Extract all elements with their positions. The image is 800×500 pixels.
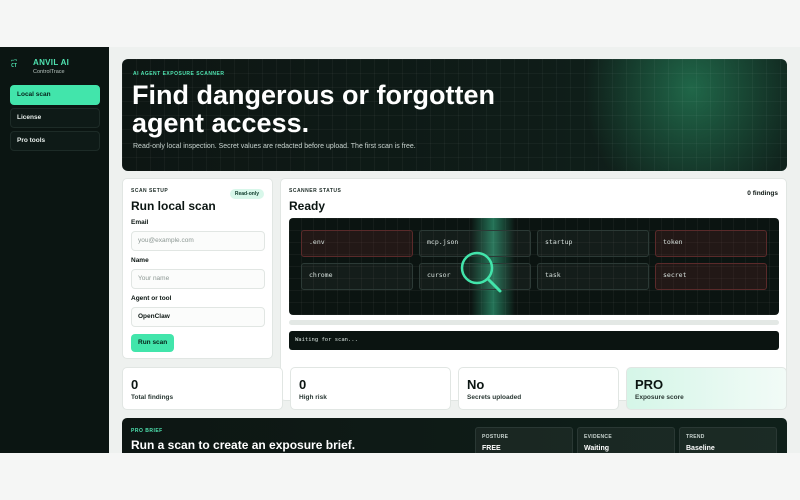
- brief-title: Run a scan to create an exposure brief.: [131, 438, 356, 452]
- hero-subtitle: Read-only local inspection. Secret value…: [133, 143, 416, 150]
- agent-label: Agent or tool: [131, 295, 172, 302]
- scan-progress-bar: [289, 320, 779, 325]
- stat-label: Secrets uploaded: [467, 394, 522, 401]
- agent-field[interactable]: OpenClaw: [131, 307, 265, 327]
- email-field[interactable]: you@example.com: [131, 231, 265, 251]
- stat-value: PRO: [635, 377, 664, 392]
- chip-token: token: [655, 230, 767, 257]
- app-frame: ⌐¬ CT ANVIL AI ControlTrace Local scan Li…: [0, 47, 800, 453]
- brand-name: ANVIL AI: [33, 58, 70, 67]
- status-eyebrow: SCANNER STATUS: [289, 188, 342, 194]
- stat-secrets-uploaded: No Secrets uploaded: [458, 367, 619, 410]
- scan-setup-panel: SCAN SETUP Read-only Run local scan Emai…: [122, 178, 273, 359]
- metric-value: Waiting: [584, 445, 610, 452]
- chip-task: task: [537, 263, 649, 290]
- read-only-badge: Read-only: [229, 189, 264, 199]
- brand-logo-icon: ⌐¬ CT: [11, 58, 18, 69]
- metric-trend: TREND Baseline: [679, 427, 777, 453]
- sidebar-item-pro-tools[interactable]: Pro tools: [10, 131, 100, 151]
- stat-value: No: [467, 377, 485, 392]
- metric-value: FREE: [482, 445, 501, 452]
- chip-env: .env: [301, 230, 413, 257]
- brand-subtitle: ControlTrace: [33, 69, 65, 75]
- setup-title: Run local scan: [131, 199, 216, 213]
- chip-chrome: chrome: [301, 263, 413, 290]
- brand: ⌐¬ CT ANVIL AI ControlTrace: [11, 58, 69, 75]
- metric-label: TREND: [686, 434, 705, 440]
- sidebar-item-license[interactable]: License: [10, 108, 100, 128]
- hero-banner: AI AGENT EXPOSURE SCANNER Find dangerous…: [122, 59, 787, 171]
- stat-value: 0: [299, 377, 307, 392]
- email-label: Email: [131, 219, 149, 226]
- stat-label: Exposure score: [635, 394, 684, 401]
- stat-exposure-score: PRO Exposure score: [626, 367, 787, 410]
- metric-value: Baseline: [686, 445, 715, 452]
- findings-count: 0 findings: [747, 190, 778, 197]
- metric-label: EVIDENCE: [584, 434, 612, 440]
- stat-label: Total findings: [131, 394, 174, 401]
- stat-high-risk: 0 High risk: [290, 367, 451, 410]
- metric-posture: POSTURE FREE: [475, 427, 573, 453]
- scan-log: Waiting for scan...: [289, 331, 779, 350]
- chip-startup: startup: [537, 230, 649, 257]
- stat-total-findings: 0 Total findings: [122, 367, 283, 410]
- sidebar: ⌐¬ CT ANVIL AI ControlTrace Local scan Li…: [0, 47, 109, 453]
- sidebar-item-local-scan[interactable]: Local scan: [10, 85, 100, 105]
- bottom-band: [0, 453, 800, 500]
- scanner-visualization: .env mcp.json startup token chrome curso…: [289, 218, 779, 315]
- pro-brief-banner: PRO BRIEF Run a scan to create an exposu…: [122, 418, 787, 453]
- status-title: Ready: [289, 199, 326, 213]
- hero-title: Find dangerous or forgotten agent access…: [132, 80, 495, 138]
- stat-label: High risk: [299, 394, 327, 401]
- metric-label: POSTURE: [482, 434, 509, 440]
- run-scan-button[interactable]: Run scan: [131, 334, 175, 352]
- name-field[interactable]: Your name: [131, 269, 265, 289]
- stat-value: 0: [131, 377, 139, 392]
- brief-eyebrow: PRO BRIEF: [131, 428, 163, 434]
- top-band: [0, 0, 800, 47]
- hero-eyebrow: AI AGENT EXPOSURE SCANNER: [133, 71, 225, 77]
- metric-evidence: EVIDENCE Waiting: [577, 427, 675, 453]
- magnifier-icon: [460, 251, 502, 293]
- sidebar-nav: Local scan License Pro tools: [10, 85, 100, 154]
- chip-secret: secret: [655, 263, 767, 290]
- name-label: Name: [131, 257, 149, 264]
